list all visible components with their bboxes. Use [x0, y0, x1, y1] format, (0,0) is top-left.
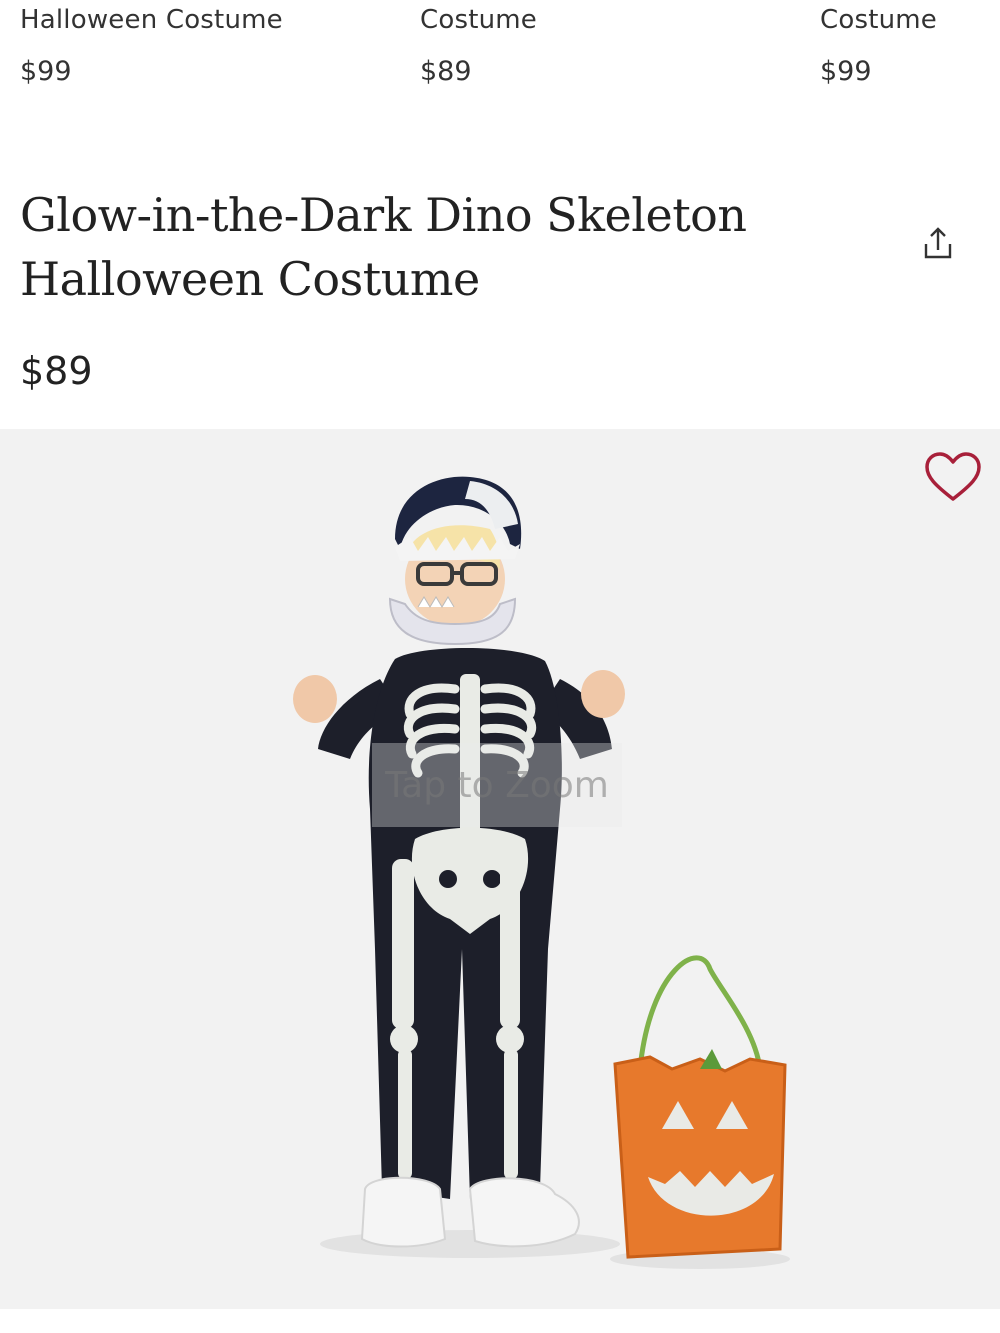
- heart-icon: [925, 452, 981, 501]
- related-product-price: $99: [20, 56, 72, 87]
- product-photo: [293, 476, 790, 1269]
- related-products-carousel[interactable]: Halloween Costume $99 Tarantula Hallowee…: [0, 0, 1000, 130]
- share-icon: [924, 227, 952, 259]
- related-product-card[interactable]: Halloween Costume $99: [20, 5, 320, 87]
- related-product-card[interactable]: Costume $99: [820, 5, 1000, 87]
- product-image[interactable]: Tap to Zoom: [0, 429, 1000, 1309]
- related-product-price: $89: [420, 56, 472, 87]
- related-product-price: $99: [820, 56, 872, 87]
- product-title: Glow-in-the-Dark Dino Skeleton Halloween…: [20, 188, 747, 306]
- product-page: Halloween Costume $99 Tarantula Hallowee…: [0, 0, 1000, 1333]
- favorite-button[interactable]: [920, 447, 986, 507]
- share-button[interactable]: [914, 220, 962, 268]
- related-product-name[interactable]: Costume: [820, 5, 1000, 35]
- related-product-name[interactable]: Tarantula Halloween Costume: [420, 0, 740, 35]
- related-product-name[interactable]: Halloween Costume: [20, 5, 320, 35]
- product-price: $89: [20, 349, 93, 393]
- related-product-card[interactable]: Tarantula Halloween Costume $89: [420, 0, 740, 87]
- tap-to-zoom-hint: Tap to Zoom: [372, 743, 622, 827]
